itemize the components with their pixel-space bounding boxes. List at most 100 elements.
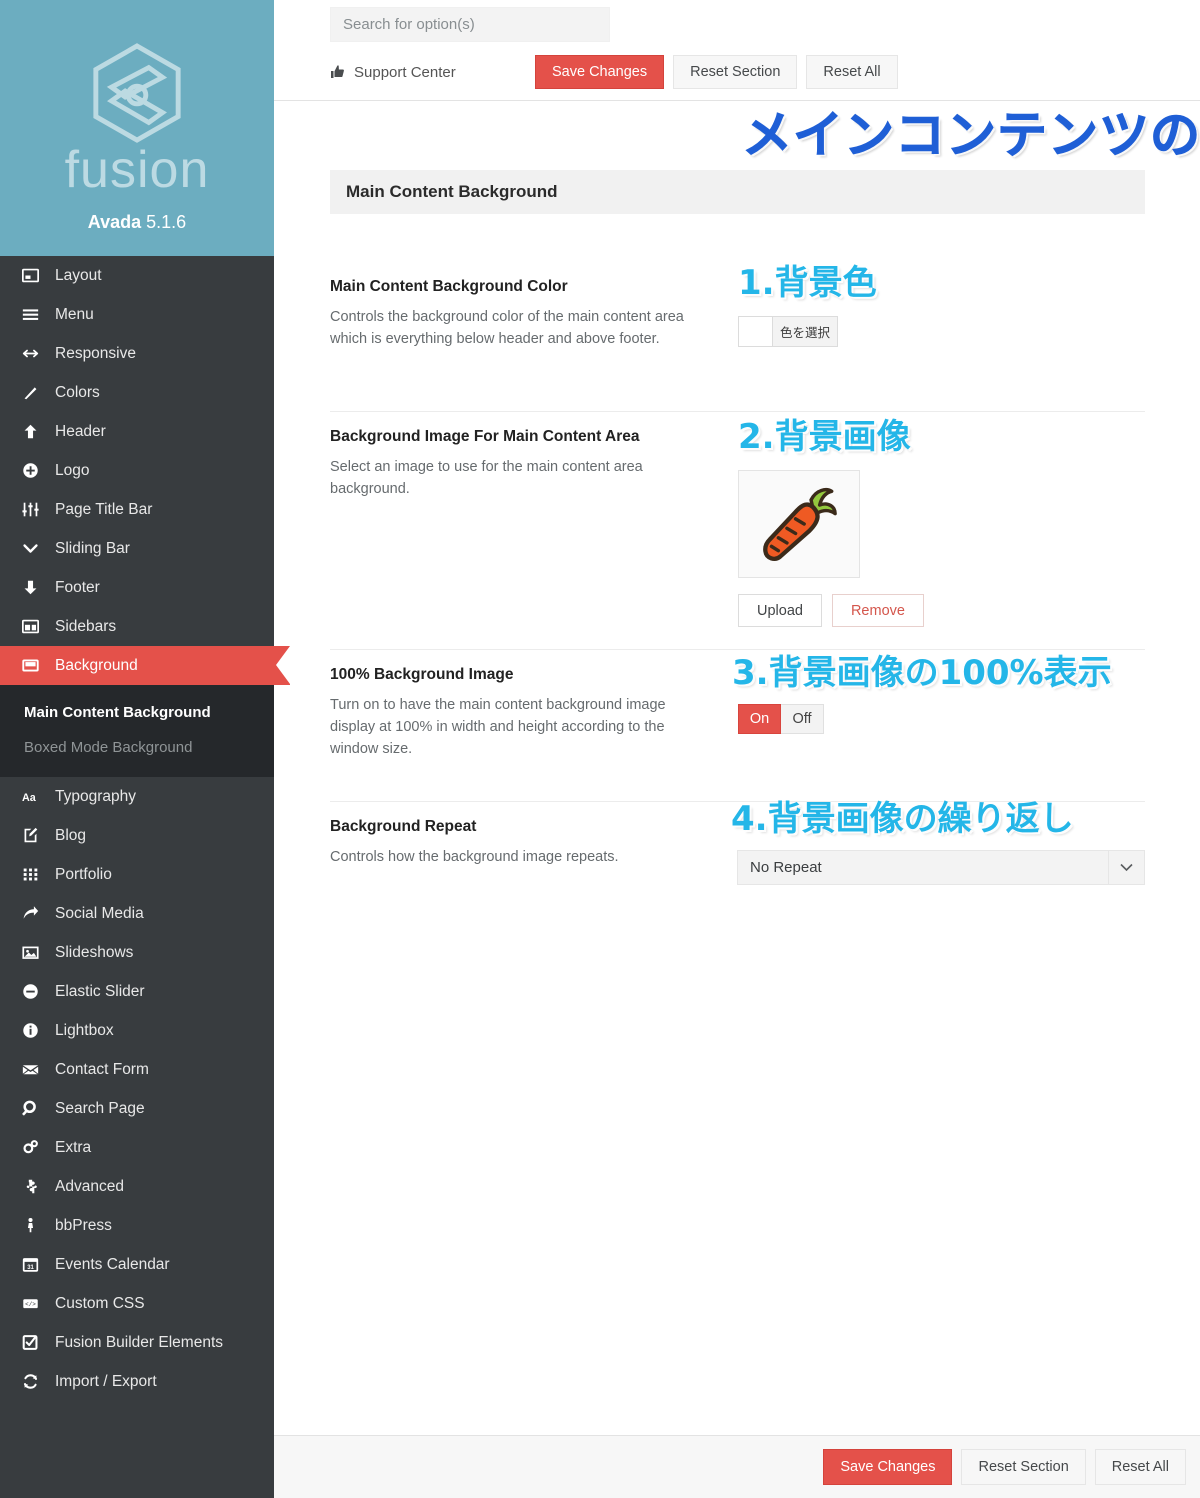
sidebar-item-lightbox[interactable]: Lightbox — [0, 1011, 274, 1050]
sidebar-item-portfolio[interactable]: Portfolio — [0, 855, 274, 894]
envelope-icon — [22, 1061, 48, 1078]
toggle-off-option[interactable]: Off — [781, 704, 824, 734]
sidebar-item-label: Contact Form — [55, 1060, 149, 1078]
reset-section-button-bottom[interactable]: Reset Section — [961, 1449, 1086, 1485]
sidebar-item-label: Blog — [55, 826, 87, 844]
submenu-item-boxed-mode-background[interactable]: Boxed Mode Background — [0, 730, 274, 765]
remove-button[interactable]: Remove — [831, 594, 924, 627]
sidebar-item-colors[interactable]: Colors — [0, 373, 274, 412]
sidebar-item-events-calendar[interactable]: 31 Events Calendar — [0, 1245, 274, 1284]
svg-text:Aa: Aa — [22, 791, 37, 803]
sidebar-item-label: bbPress — [55, 1216, 112, 1234]
background-repeat-select[interactable]: No Repeat — [737, 850, 1145, 885]
sidebar-item-header[interactable]: Header — [0, 412, 274, 451]
sidebar-item-label: Advanced — [55, 1177, 124, 1195]
option-control: 3.背景画像の100%表示 On Off — [732, 654, 1145, 779]
sidebar-item-label: Page Title Bar — [55, 500, 153, 518]
sidebar-item-layout[interactable]: Layout — [0, 256, 274, 295]
chevron-down-icon[interactable] — [1108, 851, 1144, 884]
toggle-100-percent[interactable]: On Off — [738, 704, 1145, 734]
svg-text:</>: </> — [25, 1301, 36, 1308]
section-header: Main Content Background — [330, 170, 1145, 214]
sidebar-item-import-export[interactable]: Import / Export — [0, 1362, 274, 1401]
arrow-up-icon — [22, 423, 48, 440]
sidebar-item-search-page[interactable]: Search Page — [0, 1089, 274, 1128]
sidebar-item-bbpress[interactable]: bbPress — [0, 1206, 274, 1245]
sidebar-item-blog[interactable]: Blog — [0, 816, 274, 855]
sidebar-item-menu[interactable]: Menu — [0, 295, 274, 334]
color-picker[interactable]: 色を選択 — [738, 316, 838, 347]
toggle-on-option[interactable]: On — [738, 704, 781, 734]
window-icon — [22, 657, 48, 674]
grid-dots-icon — [22, 866, 48, 883]
sidebar-item-social-media[interactable]: Social Media — [0, 894, 274, 933]
sidebar-item-typography[interactable]: Aa Typography — [0, 777, 274, 816]
search-input[interactable] — [330, 7, 610, 42]
option-description: Controls how the background image repeat… — [330, 849, 619, 865]
save-changes-button-top[interactable]: Save Changes — [535, 55, 665, 89]
sidebar-item-label: Elastic Slider — [55, 982, 145, 1000]
sidebar-nav-top: Layout Menu Responsive Colors Header Logo Page… — [0, 256, 290, 685]
svg-text:31: 31 — [27, 1265, 34, 1271]
sidebar-item-extra[interactable]: Extra — [0, 1128, 274, 1167]
product-name: Avada — [87, 212, 142, 232]
sliders-icon — [22, 501, 48, 518]
reset-section-button-top[interactable]: Reset Section — [673, 55, 798, 89]
sidebar-item-label: Colors — [55, 383, 100, 401]
option-row-background-color: Main Content Background Color Controls t… — [330, 262, 1145, 412]
background-image-thumbnail — [738, 470, 860, 578]
fusion-hexagon-logo-icon — [93, 43, 181, 143]
sidebar-item-label: Header — [55, 422, 106, 440]
sidebar-item-logo[interactable]: Logo — [0, 451, 274, 490]
sidebar-item-label: Custom CSS — [55, 1294, 145, 1312]
upload-button[interactable]: Upload — [738, 594, 822, 627]
sidebar-nav-bottom: Aa Typography Blog Portfolio Social Media Sli… — [0, 777, 274, 1401]
sidebar-item-responsive[interactable]: Responsive — [0, 334, 274, 373]
brand-version: Avada 5.1.6 — [88, 212, 186, 233]
sidebar-item-elastic-slider[interactable]: Elastic Slider — [0, 972, 274, 1011]
options-list: Main Content Background Color Controls t… — [330, 262, 1145, 907]
submenu-item-main-content-background[interactable]: Main Content Background — [0, 695, 274, 730]
paintbrush-icon — [22, 384, 48, 401]
option-row-background-image: Background Image For Main Content Area S… — [330, 412, 1145, 650]
sidebar-item-label: Lightbox — [55, 1021, 114, 1039]
option-description: Controls the background color of the mai… — [330, 309, 684, 347]
magnifier-icon — [22, 1100, 48, 1117]
sidebar-item-background[interactable]: Background — [0, 646, 290, 685]
option-title: Background Image For Main Content Area — [330, 428, 640, 445]
arrows-horizontal-icon — [22, 345, 48, 362]
annotation-note-1: 1.背景色 — [738, 263, 877, 303]
sidebar: fusion Avada 5.1.6 Layout Menu Responsive C… — [0, 0, 290, 1498]
option-title: Background Repeat — [330, 818, 477, 835]
sidebar-item-label: Layout — [55, 266, 102, 284]
sidebar-item-custom-css[interactable]: </> Custom CSS — [0, 1284, 274, 1323]
save-changes-button-bottom[interactable]: Save Changes — [823, 1449, 953, 1485]
sidebar-item-fusion-builder-elements[interactable]: Fusion Builder Elements — [0, 1323, 274, 1362]
sidebar-item-sidebars[interactable]: Sidebars — [0, 607, 274, 646]
support-center-link[interactable]: Support Center — [330, 64, 535, 81]
color-pick-button[interactable]: 色を選択 — [772, 316, 838, 347]
option-control: 4.背景画像の繰り返し No Repeat — [731, 800, 1145, 885]
thumbs-up-icon — [330, 64, 346, 80]
option-description: Select an image to use for the main cont… — [330, 459, 643, 497]
sidebar-item-contact-form[interactable]: Contact Form — [0, 1050, 274, 1089]
hamburger-menu-icon — [22, 306, 48, 323]
reset-all-button-top[interactable]: Reset All — [806, 55, 898, 89]
annotation-page-title: メインコンテンツの背景 — [742, 106, 1200, 164]
sidebar-item-footer[interactable]: Footer — [0, 568, 274, 607]
sidebar-item-slideshows[interactable]: Slideshows — [0, 933, 274, 972]
plus-circle-icon — [22, 462, 48, 479]
reset-all-button-bottom[interactable]: Reset All — [1094, 1449, 1186, 1485]
minus-circle-icon — [22, 983, 48, 1000]
puzzle-piece-icon — [22, 1178, 48, 1195]
color-swatch[interactable] — [738, 316, 772, 347]
sidebar-item-label: Extra — [55, 1138, 92, 1156]
sidebar-item-label: Slideshows — [55, 943, 134, 961]
sidebar-item-page-title-bar[interactable]: Page Title Bar — [0, 490, 274, 529]
annotation-note-4: 4.背景画像の繰り返し — [731, 799, 1074, 839]
brand-wordmark: fusion — [64, 141, 210, 199]
sidebar-item-label: Sliding Bar — [55, 539, 130, 557]
sidebar-item-advanced[interactable]: Advanced — [0, 1167, 274, 1206]
sidebar-item-sliding-bar[interactable]: Sliding Bar — [0, 529, 274, 568]
annotation-note-2: 2.背景画像 — [738, 417, 911, 457]
